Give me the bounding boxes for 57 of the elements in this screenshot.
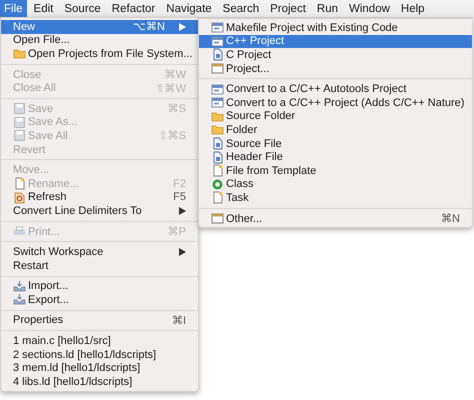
document-icon [211,191,224,204]
menu-item[interactable]: Makefile Project with Existing Code [199,21,472,35]
document-icon [13,177,26,190]
circle-icon [211,178,224,191]
menu-item[interactable]: Refresh F5 [1,190,198,204]
menu-item[interactable]: Export... [1,293,198,307]
menu-item[interactable]: Convert to a C/C++ Autotools Project [199,82,472,96]
tray-icon [13,280,26,293]
window-icon [211,96,224,110]
menu-item[interactable]: Task [199,191,472,205]
menu-item[interactable]: Properties ⌘I [1,314,198,328]
menu-item[interactable]: 3 mem.ld [hello1/ldscripts] [1,361,198,376]
document-icon [211,150,224,164]
menu-bar-item[interactable]: File [0,0,27,17]
menu-bar-item[interactable]: Navigate [162,0,216,17]
menu-item[interactable]: Open File... [1,34,198,48]
menu-item[interactable]: 1 main.c [hello1/src] [1,334,198,348]
folder-icon [211,110,224,123]
menu-bar-item[interactable]: Project [266,0,310,17]
window-icon [211,82,224,96]
menu-bar-item[interactable]: Window [345,0,394,17]
menu-item[interactable]: Header File [199,150,472,164]
menu-item[interactable]: C Project [199,48,472,62]
tray-icon [13,293,26,306]
menu-item[interactable]: Other... ⌘N [199,212,472,226]
folder-icon [13,47,26,60]
menu-bar-item[interactable]: Search [218,0,264,17]
menu-item[interactable]: Source File [199,136,472,150]
menu-item[interactable]: Folder [199,123,472,137]
menu-bar-item[interactable]: Run [312,0,342,17]
menu-bar-item[interactable]: Help [396,0,429,17]
window-icon [211,62,224,76]
menu-item[interactable]: 2 sections.ld [hello1/ldscripts] [1,348,198,362]
menu-item[interactable]: Source Folder [199,110,472,124]
menu-item[interactable]: New ⌥⌘N [1,20,198,34]
menu-bar-item[interactable]: Edit [30,0,58,17]
menu-bar-item[interactable]: Refactor [108,0,160,17]
document-icon [211,137,224,150]
menu-item[interactable]: C++ Project [199,34,472,48]
menu-item[interactable]: Open Projects from File System... [1,47,198,61]
menu-item[interactable]: Convert Line Delimiters To [1,204,198,218]
document-icon [211,164,224,178]
menu-item[interactable]: Convert to a C/C++ Project (Adds C/C++ Nature) [199,96,472,110]
window-icon [211,212,224,226]
menu-bar-item[interactable]: Source [60,0,105,17]
menu-item[interactable]: Class [199,178,472,192]
menu-item[interactable]: File from Template [199,164,472,178]
window-icon [211,34,224,48]
menu-item[interactable]: 4 libs.ld [hello1/ldscripts] [1,375,198,389]
document-icon [211,48,224,62]
menu-item[interactable]: Restart [1,258,198,272]
menu-item[interactable]: Switch Workspace [1,245,198,259]
menu-item[interactable]: Project... [199,62,472,76]
window-icon [211,21,224,34]
refresh-icon [13,190,26,204]
menu-item[interactable]: Import... [1,280,198,294]
folder-icon [211,123,224,136]
